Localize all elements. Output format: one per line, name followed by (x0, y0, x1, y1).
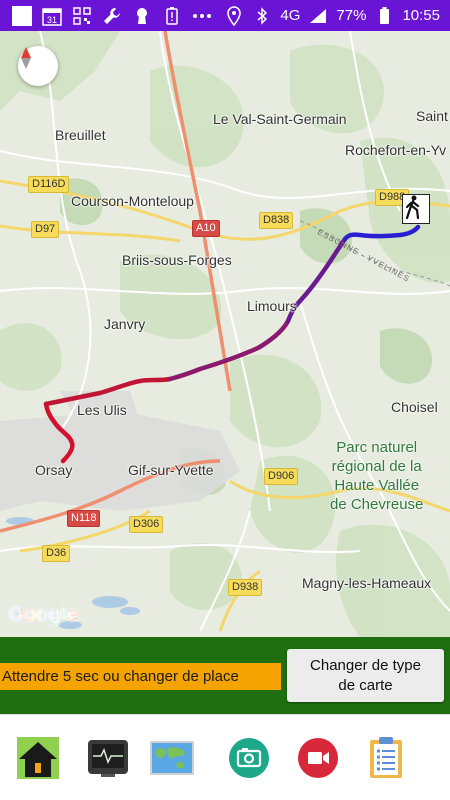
map-label-janvry: Janvry (104, 316, 146, 332)
app-root: 31 4G 77% 10:55 Saint Breuillet Le Val-S… (0, 0, 450, 800)
change-map-type-label: Changer de type de carte (310, 656, 421, 694)
home-icon (17, 737, 59, 779)
road-d36: D36 (42, 545, 71, 562)
bottom-toolbar (0, 714, 450, 800)
road-a10: A10 (192, 220, 220, 237)
road-d306: D306 (129, 516, 164, 533)
map-label-val-saint-germain: Le Val-Saint-Germain (213, 111, 347, 127)
map-label-les-ulis: Les Ulis (77, 402, 127, 418)
camera-icon (229, 738, 269, 778)
road-d97: D97 (31, 221, 60, 238)
location-icon (224, 5, 244, 26)
clock: 10:55 (402, 7, 440, 24)
map-label-rochefort: Rochefort-en-Yv (345, 142, 447, 158)
world-map-icon (150, 741, 194, 775)
road-d838: D838 (259, 212, 294, 229)
signal-icon (308, 6, 328, 26)
battery-alert-icon (162, 6, 182, 26)
map-label-choisel: Choisel (391, 399, 438, 415)
road-d116d: D116D (28, 176, 70, 193)
road-d938: D938 (228, 579, 263, 596)
map-label-limours: Limours (247, 298, 297, 314)
keyhole-icon (132, 6, 152, 26)
clipboard-icon (370, 737, 402, 778)
monitor-icon (88, 740, 128, 777)
map-label-saint: Saint (416, 108, 448, 124)
map-label-gif: Gif-sur-Yvette (128, 462, 214, 478)
svg-text:31: 31 (47, 15, 57, 25)
compass-icon (21, 47, 31, 69)
compass-button[interactable] (18, 46, 58, 86)
monitor-button[interactable] (86, 736, 130, 780)
video-icon (298, 738, 338, 778)
more-icon (192, 6, 212, 26)
app-square-icon (12, 5, 32, 26)
wrench-icon (102, 6, 122, 26)
home-button[interactable] (16, 736, 60, 780)
road-d906: D906 (264, 468, 299, 485)
google-logo: Google (8, 603, 78, 626)
map-label-orsay: Orsay (35, 462, 73, 478)
walker-icon (402, 194, 430, 224)
battery-level: 77% (336, 7, 367, 24)
bluetooth-icon (252, 6, 272, 26)
qr-icon (72, 6, 92, 26)
map-label-magny: Magny-les-Hameaux (302, 575, 432, 591)
clipboard-button[interactable] (364, 736, 408, 780)
wait-notice: Attendre 5 sec ou changer de place (0, 663, 281, 690)
video-button[interactable] (296, 736, 340, 780)
world-map-button[interactable] (150, 736, 194, 780)
camera-button[interactable] (227, 736, 271, 780)
status-bar: 31 4G 77% 10:55 (0, 0, 450, 31)
road-n118: N118 (67, 510, 101, 527)
calendar-icon: 31 (42, 6, 62, 26)
network-type: 4G (280, 7, 301, 24)
park-label: Parc naturel régional de la Haute Vallée… (330, 439, 424, 513)
map-label-briis: Briis-sous-Forges (122, 252, 232, 268)
battery-icon (374, 6, 394, 26)
map-label-courson: Courson-Monteloup (71, 193, 194, 209)
map-view[interactable]: Saint Breuillet Le Val-Saint-Germain Roc… (0, 31, 450, 637)
map-label-breuillet: Breuillet (55, 127, 106, 143)
change-map-type-button[interactable]: Changer de type de carte (287, 649, 444, 702)
